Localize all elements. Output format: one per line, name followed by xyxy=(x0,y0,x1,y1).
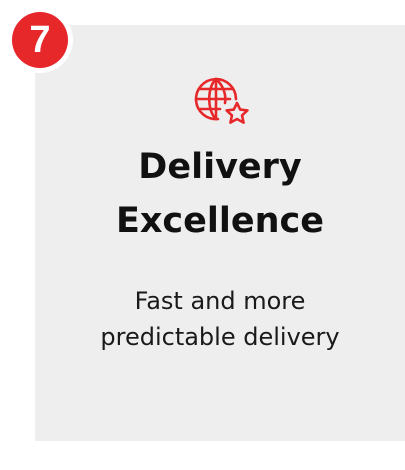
card-title: Delivery Excellence xyxy=(35,140,405,248)
card-description: Fast and more predictable delivery xyxy=(35,283,405,355)
card-title-line-2: Excellence xyxy=(115,201,325,241)
globe-star-icon xyxy=(187,63,257,133)
card-description-line-2: predictable delivery xyxy=(100,323,340,351)
step-number: 7 xyxy=(12,12,68,68)
card-title-line-1: Delivery xyxy=(138,147,302,187)
step-badge: 7 xyxy=(7,7,73,73)
card-description-line-1: Fast and more xyxy=(134,287,306,315)
